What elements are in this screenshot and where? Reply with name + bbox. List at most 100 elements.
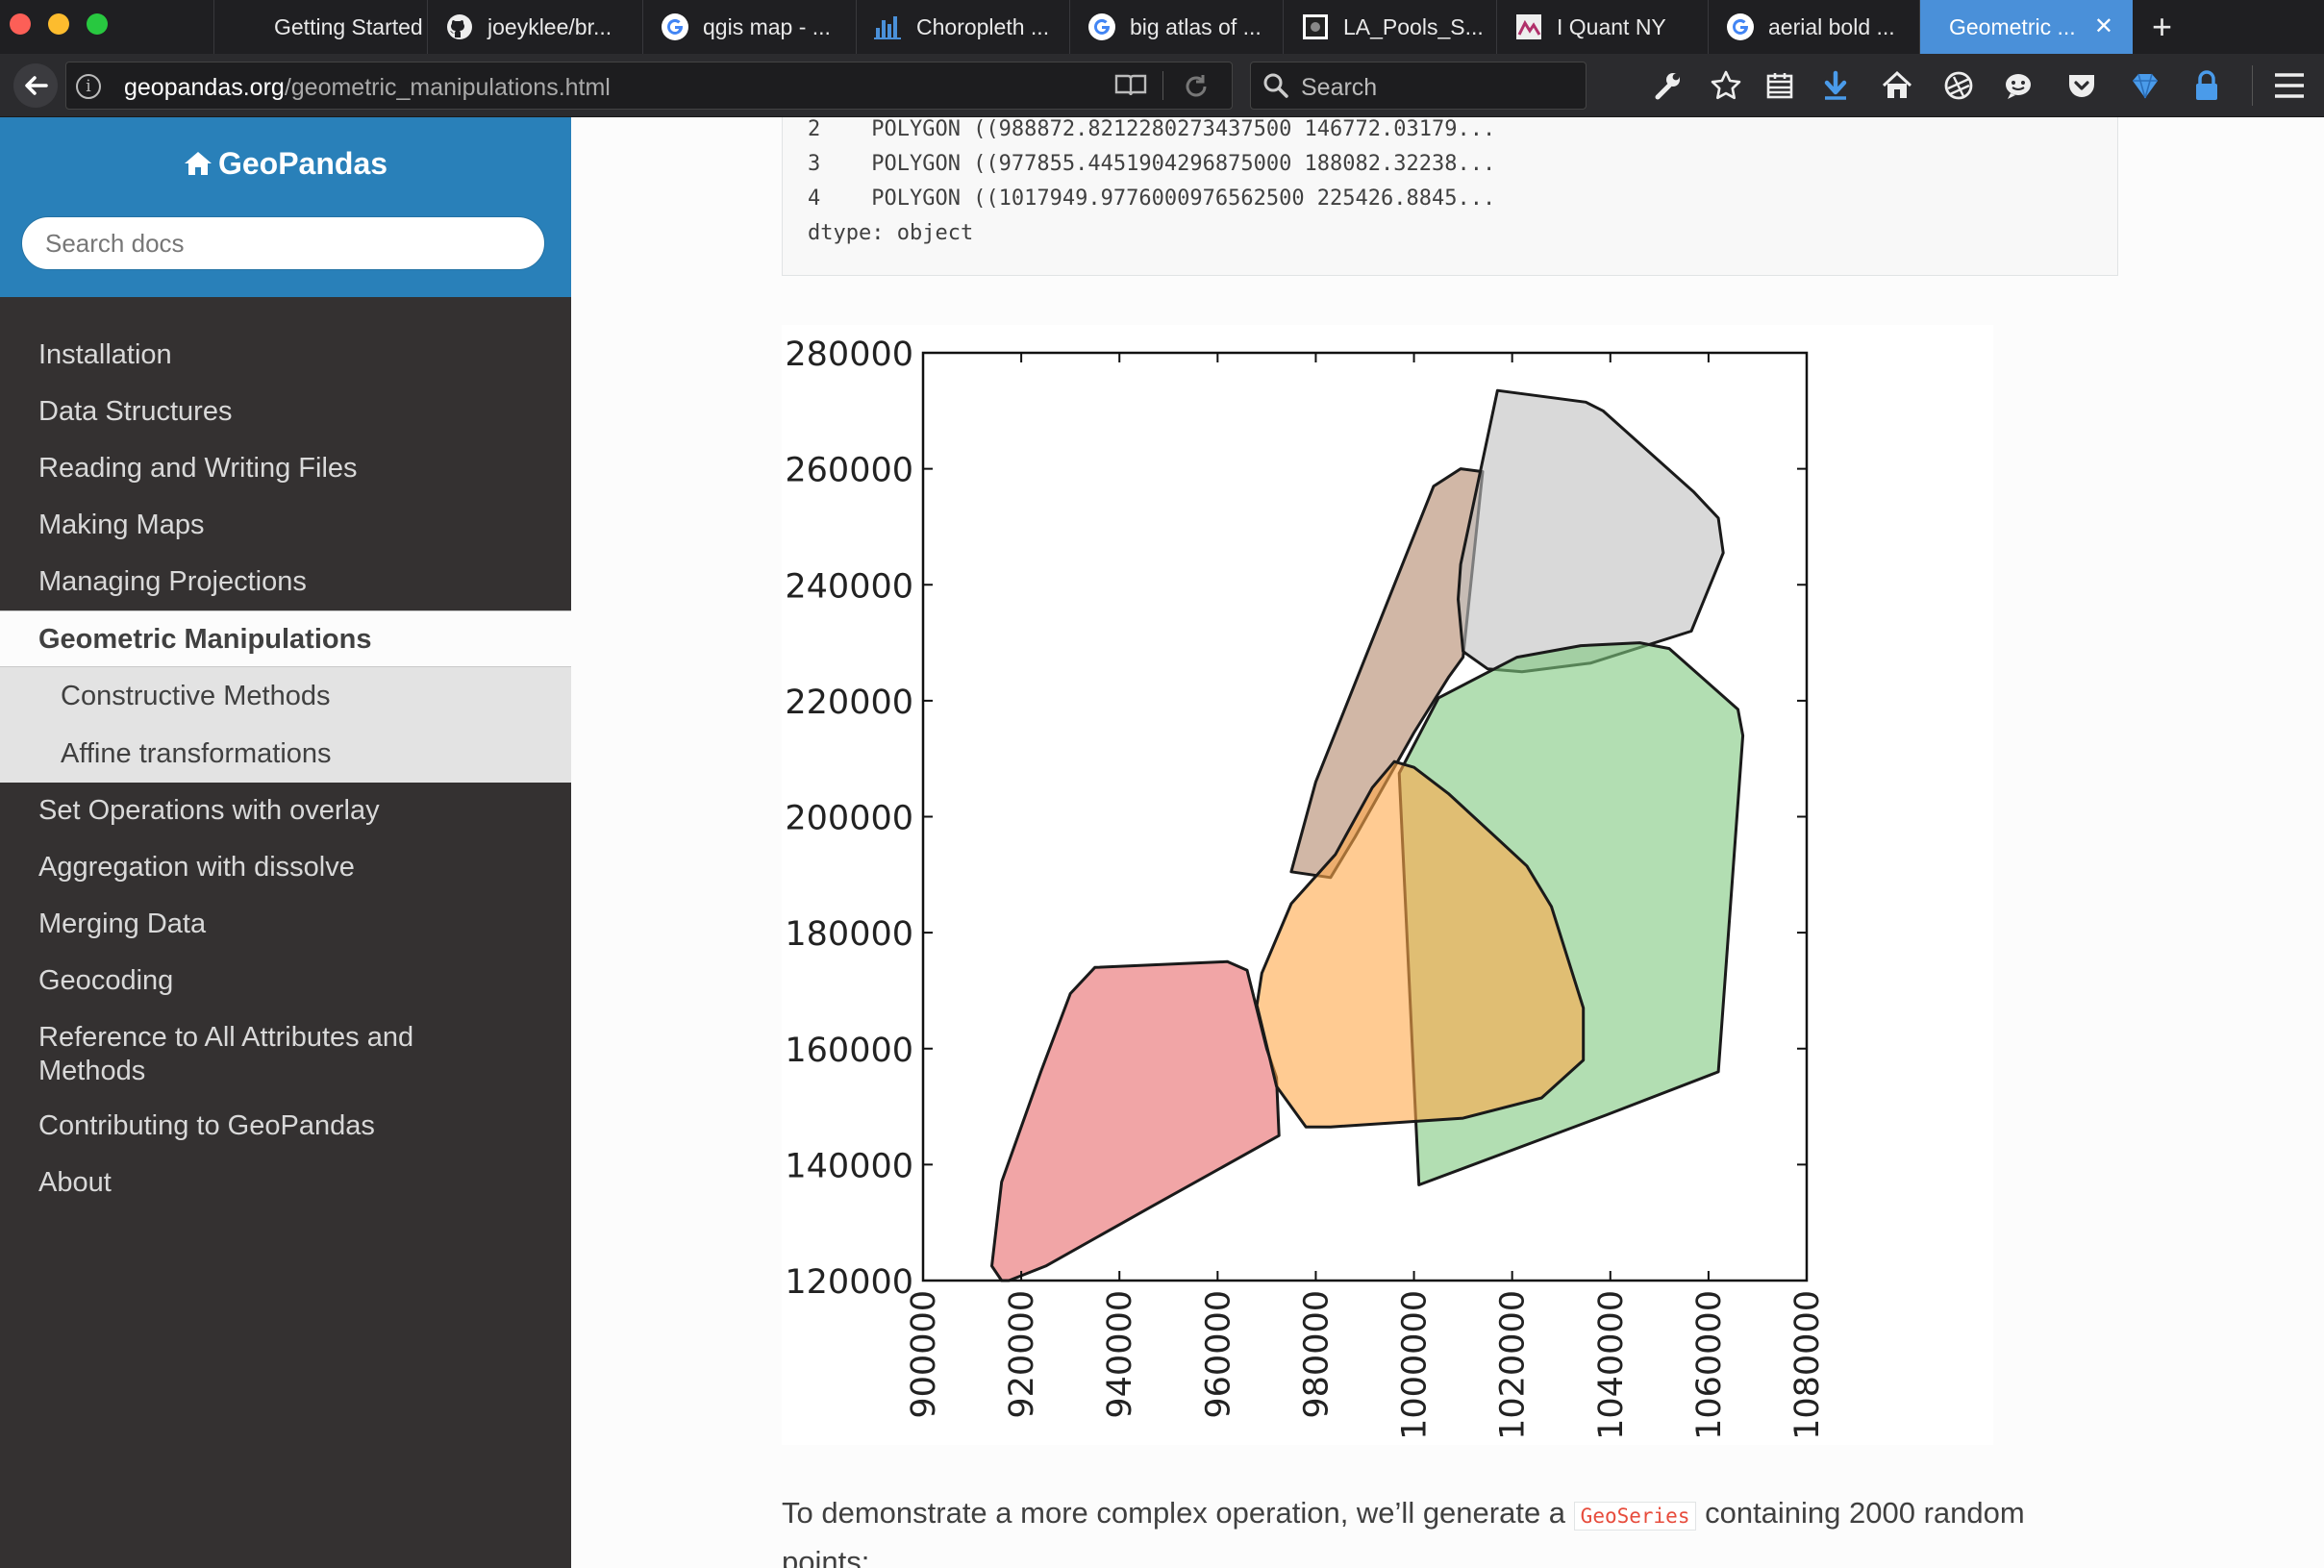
browser-tab-label: Getting Started ...	[274, 13, 427, 39]
x-tick-label: 1000000	[1396, 1290, 1435, 1440]
url-bar[interactable]: i geopandas.org/geometric_manipulations.…	[65, 62, 1233, 110]
back-button[interactable]	[13, 63, 58, 108]
y-tick-label: 260000	[785, 452, 913, 490]
close-tab-icon[interactable]: ✕	[2094, 12, 2113, 40]
lock-icon[interactable]	[2188, 67, 2225, 104]
smiley-icon[interactable]	[2000, 67, 2037, 104]
y-tick-label: 280000	[785, 336, 913, 374]
brand-link[interactable]: GeoPandas	[0, 146, 571, 182]
download-icon[interactable]	[1817, 67, 1854, 104]
y-tick-label: 140000	[785, 1147, 913, 1185]
url-text[interactable]: geopandas.org/geometric_manipulations.ht…	[124, 74, 611, 102]
sidebar-item-installation[interactable]: Installation	[0, 327, 571, 384]
browser-tab-label: Geometric ...	[1949, 13, 2076, 39]
code-line: 3 POLYGON ((977855.4451904296875000 1880…	[808, 152, 1496, 176]
x-tick-label: 1020000	[1494, 1290, 1533, 1440]
sidebar-item-contributing-to-geopandas[interactable]: Contributing to GeoPandas	[0, 1098, 571, 1155]
url-path: /geometric_manipulations.html	[284, 74, 611, 101]
sidebar-item-reading-and-writing-files[interactable]: Reading and Writing Files	[0, 440, 571, 497]
browser-nav-bar: i geopandas.org/geometric_manipulations.…	[0, 54, 2324, 117]
paragraph-text-end: containing 2000 random	[1696, 1496, 2025, 1530]
home-icon[interactable]	[1879, 67, 1915, 104]
code-output-block: 2 POLYGON ((988872.8212280273437500 1467…	[782, 117, 2118, 276]
sidebar-item-geometric-manipulations[interactable]: Geometric Manipulations	[0, 610, 571, 667]
sidebar-item-making-maps[interactable]: Making Maps	[0, 497, 571, 554]
sidebar-item-set-operations-with-overlay[interactable]: Set Operations with overlay	[0, 783, 571, 839]
sidebar-header: GeoPandas	[0, 117, 571, 297]
sidebar-item-affine-transformations[interactable]: Affine transformations	[0, 725, 571, 783]
sidebar-item-aggregation-with-dissolve[interactable]: Aggregation with dissolve	[0, 839, 571, 896]
window-close-button[interactable]	[10, 13, 31, 35]
browser-search-placeholder: Search	[1301, 74, 1378, 101]
x-tick-label: 1080000	[1788, 1290, 1827, 1440]
page-icon	[232, 12, 261, 41]
reader-view-icon[interactable]	[1114, 72, 1147, 99]
browser-tab[interactable]: Geometric ... ✕	[1919, 0, 2133, 54]
docs-sidebar: GeoPandas InstallationData StructuresRea…	[0, 117, 571, 1568]
browser-tab[interactable]: big atlas of ...	[1069, 0, 1283, 54]
browser-tab[interactable]: LA_Pools_S...	[1283, 0, 1496, 54]
paragraph-text: To demonstrate a more complex operation,…	[782, 1496, 1574, 1530]
code-line: dtype: object	[808, 221, 974, 245]
bookmark-star-icon[interactable]	[1708, 67, 1744, 104]
sidebar-item-geocoding[interactable]: Geocoding	[0, 953, 571, 1009]
sidebar-item-managing-projections[interactable]: Managing Projections	[0, 554, 571, 610]
library-icon[interactable]	[1762, 67, 1798, 104]
browser-tab-label: I Quant NY	[1557, 13, 1666, 39]
home-icon	[184, 152, 212, 175]
browser-tab[interactable]: qgis map - ...	[642, 0, 856, 54]
reload-icon[interactable]	[1182, 68, 1211, 109]
y-tick-label: 220000	[785, 684, 913, 722]
toolbar-divider	[2252, 65, 2253, 106]
y-tick-label: 240000	[785, 567, 913, 606]
polygon-plot: 120000 140000 160000 180000 200000 220000 2400…	[785, 336, 1827, 1440]
browser-tab[interactable]: joeyklee/br...	[427, 0, 642, 54]
wrench-icon[interactable]	[1649, 67, 1686, 104]
brand-name: GeoPandas	[217, 146, 388, 181]
inline-code: GeoSeries	[1573, 1502, 1697, 1531]
sidebar-item-merging-data[interactable]: Merging Data	[0, 896, 571, 953]
screenshot-icon[interactable]	[1940, 67, 1977, 104]
diamond-icon[interactable]	[2127, 67, 2163, 104]
x-tick-label: 1060000	[1690, 1290, 1729, 1440]
browser-tab[interactable]: aerial bold ...	[1708, 0, 1919, 54]
iquantny-icon	[1514, 12, 1543, 41]
window-zoom-button[interactable]	[87, 13, 108, 35]
x-tick-label: 920000	[1003, 1290, 1041, 1419]
sidebar-item-constructive-methods[interactable]: Constructive Methods	[0, 667, 571, 725]
browser-tab[interactable]: I Quant NY	[1496, 0, 1708, 54]
browser-tab-label: joeyklee/br...	[487, 13, 612, 39]
browser-tab-label: qgis map - ...	[703, 13, 831, 39]
url-divider	[1162, 71, 1163, 100]
sidebar-item-data-structures[interactable]: Data Structures	[0, 384, 571, 440]
y-tick-label: 160000	[785, 1032, 913, 1070]
chart-icon	[874, 12, 903, 41]
sidebar-item-reference-to-all-attributes-and-methods[interactable]: Reference to All Attributes and Methods	[0, 1009, 452, 1098]
dark-square-icon	[1301, 12, 1330, 41]
sidebar-nav: Installation Data Structures Reading and W…	[0, 327, 571, 1211]
browser-tab-label: big atlas of ...	[1130, 13, 1262, 39]
plot-figure: 120000 140000 160000 180000 200000 220000 2400…	[782, 325, 1993, 1445]
new-tab-button[interactable]: +	[2152, 8, 2172, 46]
menu-icon[interactable]	[2271, 67, 2308, 104]
info-icon[interactable]: i	[76, 74, 101, 99]
url-host: geopandas.org	[124, 74, 285, 101]
x-tick-label: 960000	[1199, 1290, 1237, 1419]
y-tick-label: 120000	[785, 1263, 913, 1302]
sidebar-item-about[interactable]: About	[0, 1155, 571, 1211]
browser-search-bar[interactable]: Search	[1250, 62, 1587, 110]
main-content: 2 POLYGON ((988872.8212280273437500 1467…	[571, 117, 2324, 1568]
browser-tab[interactable]: Choropleth ...	[856, 0, 1069, 54]
x-tick-label: 940000	[1101, 1290, 1139, 1419]
paragraph-text-line2: points:	[782, 1545, 870, 1568]
pocket-icon[interactable]	[2063, 67, 2100, 104]
search-icon	[1263, 73, 1288, 98]
search-docs-input[interactable]	[21, 216, 545, 270]
browser-tab[interactable]: Getting Started ...	[213, 0, 427, 54]
window-minimize-button[interactable]	[48, 13, 69, 35]
google-icon	[661, 12, 689, 41]
browser-tab-label: aerial bold ...	[1768, 13, 1895, 39]
y-tick-label: 200000	[785, 800, 913, 838]
github-icon	[445, 12, 474, 41]
x-tick-label: 1040000	[1592, 1290, 1631, 1440]
